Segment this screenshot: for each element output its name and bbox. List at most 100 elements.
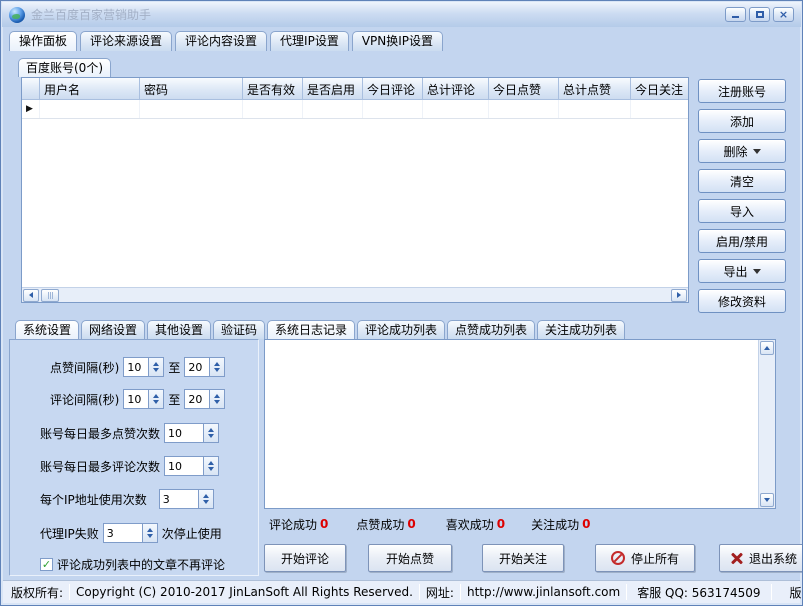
import-button[interactable]: 导入	[698, 199, 786, 223]
clear-button[interactable]: 清空	[698, 169, 786, 193]
like-interval-from-spinner[interactable]: 10	[123, 357, 164, 377]
tab-captcha[interactable]: 验证码	[213, 320, 265, 339]
account-actions: 注册账号 添加 删除 清空 导入 启用/禁用 导出 修改资料	[698, 79, 786, 313]
comment-success-count: 0	[320, 517, 328, 531]
accounts-table: 用户名 密码 是否有效 是否启用 今日评论 总计评论 今日点赞 总计点赞 今日关…	[21, 77, 689, 303]
log-tab-strip: 系统日志记录 评论成功列表 点赞成功列表 关注成功列表	[267, 320, 625, 339]
horizontal-scrollbar[interactable]	[22, 287, 688, 302]
tab-proxy-ip-settings[interactable]: 代理IP设置	[270, 31, 349, 51]
system-log-area[interactable]	[264, 339, 776, 509]
column-header-total-likes[interactable]: 总计点赞	[559, 78, 631, 100]
spinner-up-icon[interactable]	[208, 428, 214, 432]
scroll-left-button[interactable]	[23, 289, 39, 302]
spinner-down-icon[interactable]	[147, 534, 153, 538]
ip-uses-label: 每个IP地址使用次数	[40, 491, 147, 508]
like-success-count: 0	[407, 517, 415, 531]
comment-success-stat: 评论成功0	[269, 516, 328, 533]
column-header-valid[interactable]: 是否有效	[243, 78, 303, 100]
spinner-up-icon[interactable]	[208, 461, 214, 465]
delete-button[interactable]: 删除	[698, 139, 786, 163]
maximize-button[interactable]	[749, 7, 770, 22]
tab-comment-content-settings[interactable]: 评论内容设置	[175, 31, 267, 51]
proxy-fail-spinner[interactable]: 3	[103, 523, 158, 543]
tab-follow-success-list[interactable]: 关注成功列表	[537, 320, 625, 339]
column-header-username[interactable]: 用户名	[40, 78, 140, 100]
spinner-up-icon[interactable]	[214, 394, 220, 398]
start-follow-button[interactable]: 开始关注	[482, 544, 564, 572]
scroll-thumb[interactable]	[41, 289, 59, 302]
column-header-selector	[22, 78, 40, 100]
follow-success-stat: 关注成功0	[531, 516, 590, 533]
minimize-button[interactable]	[725, 7, 746, 22]
tab-operation-panel[interactable]: 操作面板	[9, 31, 77, 51]
stop-all-button[interactable]: 停止所有	[595, 544, 695, 572]
version-text: 版本: 1.1.1	[772, 584, 803, 601]
scroll-up-button[interactable]	[760, 341, 774, 355]
spinner-down-icon[interactable]	[153, 368, 159, 372]
spinner-down-icon[interactable]	[208, 467, 214, 471]
column-header-today-comments[interactable]: 今日评论	[363, 78, 423, 100]
column-header-total-comments[interactable]: 总计评论	[423, 78, 489, 100]
copyright-label: 版权所有:	[3, 584, 69, 601]
tab-vpn-ip-settings[interactable]: VPN换IP设置	[352, 31, 443, 51]
tab-network-settings[interactable]: 网络设置	[81, 320, 145, 339]
max-comments-spinner[interactable]: 10	[164, 456, 219, 476]
exit-button[interactable]: 退出系统	[719, 544, 803, 572]
comment-interval-label: 评论间隔(秒)	[50, 391, 119, 408]
tab-like-success-list[interactable]: 点赞成功列表	[447, 320, 535, 339]
register-account-button[interactable]: 注册账号	[698, 79, 786, 103]
enable-disable-button[interactable]: 启用/禁用	[698, 229, 786, 253]
tab-comment-source-settings[interactable]: 评论来源设置	[80, 31, 172, 51]
max-likes-spinner[interactable]: 10	[164, 423, 219, 443]
column-header-today-follows[interactable]: 今日关注	[631, 78, 688, 100]
spinner-down-icon[interactable]	[153, 400, 159, 404]
ip-uses-spinner[interactable]: 3	[159, 489, 214, 509]
start-like-button[interactable]: 开始点赞	[368, 544, 452, 572]
spinner-up-icon[interactable]	[153, 362, 159, 366]
export-button[interactable]: 导出	[698, 259, 786, 283]
column-header-enabled[interactable]: 是否启用	[303, 78, 363, 100]
exit-icon	[731, 552, 743, 564]
to-label: 至	[168, 391, 180, 408]
app-globe-icon	[9, 7, 25, 23]
tab-system-log[interactable]: 系统日志记录	[267, 320, 355, 339]
spinner-down-icon[interactable]	[214, 400, 220, 404]
spinner-down-icon[interactable]	[214, 368, 220, 372]
app-window: 金兰百度百家营销助手 × 操作面板 评论来源设置 评论内容设置 代理IP设置 V…	[0, 0, 803, 606]
like-interval-label: 点赞间隔(秒)	[50, 359, 119, 376]
comment-interval-from-spinner[interactable]: 10	[123, 389, 164, 409]
close-button[interactable]: ×	[773, 7, 794, 22]
skip-commented-checkbox[interactable]: ✓	[40, 558, 53, 571]
vertical-scrollbar[interactable]	[758, 340, 775, 508]
spinner-up-icon[interactable]	[214, 362, 220, 366]
like-interval-to-spinner[interactable]: 20	[184, 357, 225, 377]
spinner-down-icon[interactable]	[203, 500, 209, 504]
follow-success-count: 0	[582, 517, 590, 531]
tab-comment-success-list[interactable]: 评论成功列表	[357, 320, 445, 339]
scroll-down-button[interactable]	[760, 493, 774, 507]
tab-other-settings[interactable]: 其他设置	[147, 320, 211, 339]
favorite-success-count: 0	[497, 517, 505, 531]
column-header-password[interactable]: 密码	[140, 78, 243, 100]
edit-profile-button[interactable]: 修改资料	[698, 289, 786, 313]
column-header-today-likes[interactable]: 今日点赞	[489, 78, 559, 100]
spinner-up-icon[interactable]	[147, 528, 153, 532]
skip-commented-label: 评论成功列表中的文章不再评论	[57, 556, 225, 573]
website-link[interactable]: http://www.jinlansoft.com	[461, 585, 626, 599]
title-bar: 金兰百度百家营销助手 ×	[2, 2, 801, 27]
spinner-up-icon[interactable]	[153, 394, 159, 398]
spinner-down-icon[interactable]	[208, 434, 214, 438]
start-comment-button[interactable]: 开始评论	[264, 544, 346, 572]
max-comments-label: 账号每日最多评论次数	[40, 458, 160, 475]
spinner-up-icon[interactable]	[203, 494, 209, 498]
close-icon: ×	[779, 9, 788, 20]
table-row[interactable]: ▶	[22, 100, 688, 119]
website-label: 网址:	[420, 584, 460, 601]
maximize-icon	[756, 11, 764, 18]
tab-system-settings[interactable]: 系统设置	[15, 320, 79, 339]
scroll-right-button[interactable]	[671, 289, 687, 302]
success-stats: 评论成功0 点赞成功0 喜欢成功0 关注成功0	[269, 515, 591, 533]
tab-baidu-accounts[interactable]: 百度账号(0个)	[18, 58, 111, 77]
comment-interval-to-spinner[interactable]: 20	[184, 389, 225, 409]
add-button[interactable]: 添加	[698, 109, 786, 133]
